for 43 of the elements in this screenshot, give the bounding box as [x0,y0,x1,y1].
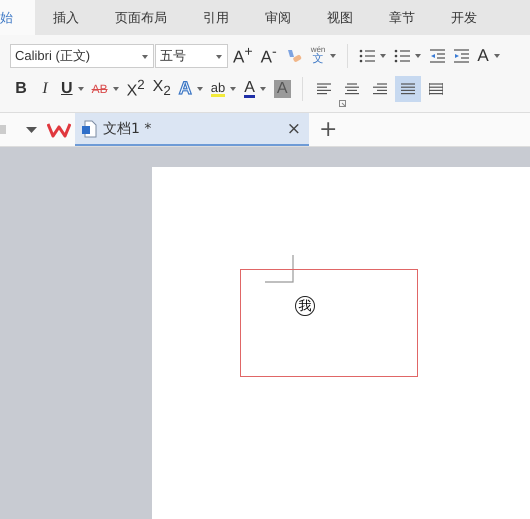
indent-icon [453,48,470,62]
new-tab-button[interactable]: + [319,117,338,142]
sup-button[interactable]: X$^{2}$ [124,76,148,102]
align-justify-button[interactable] [394,76,421,102]
alignment-icon [428,82,443,94]
change-case-button[interactable]: A [474,42,503,68]
ribbon-tab[interactable]: 开发 [433,0,495,35]
fontcolor-button[interactable]: A [241,76,269,102]
font-size-select[interactable]: 五号 [155,44,228,68]
close-tab-button[interactable]: × [286,118,301,138]
app-logo-icon[interactable] [47,122,71,138]
alignment-icon [372,82,387,94]
font-family-select[interactable]: Calibri (正文) [10,44,154,68]
ribbon-tab[interactable]: 引用 [185,0,247,35]
document-icon [81,120,97,138]
dialog-launcher-icon[interactable] [339,100,346,107]
ribbon-tab[interactable]: 章节 [371,0,433,35]
ribbon-tab[interactable]: 审阅 [247,0,309,35]
ribbon-tab[interactable]: 插入 [35,0,97,35]
font-size-button[interactable]: A$^{-}$ [258,42,280,68]
caret-icon[interactable] [26,126,37,132]
list-icon [394,48,410,62]
margin-corner-mark [265,255,294,283]
font-size-button[interactable]: A$^{+}$ [230,42,256,68]
alignment-icon [344,82,359,94]
alignment-icon [400,82,415,94]
sub-button[interactable]: X$_{2}$ [150,76,174,102]
document-title: 文档1 * [103,120,152,138]
enclosed-character: 我 [295,296,315,316]
text-box[interactable]: 我 [240,269,418,377]
pinyin-button[interactable]: wén 文 [308,42,340,68]
document-tab[interactable]: 文档1 * × [75,113,309,146]
strike-button[interactable]: AB [88,76,122,102]
ribbon-tab[interactable]: 视图 [309,0,371,35]
underline-button[interactable]: U [58,76,87,102]
list-icon [359,48,376,62]
alignment-icon [316,82,331,94]
ribbon-tab[interactable]: 始 [0,0,35,35]
ribbon-tab[interactable]: 页面布局 [97,0,185,35]
bold-button[interactable]: B [10,76,32,102]
highlight-button[interactable]: ab [208,76,240,102]
italic-button[interactable]: I [34,76,56,102]
indent-icon [429,48,446,62]
